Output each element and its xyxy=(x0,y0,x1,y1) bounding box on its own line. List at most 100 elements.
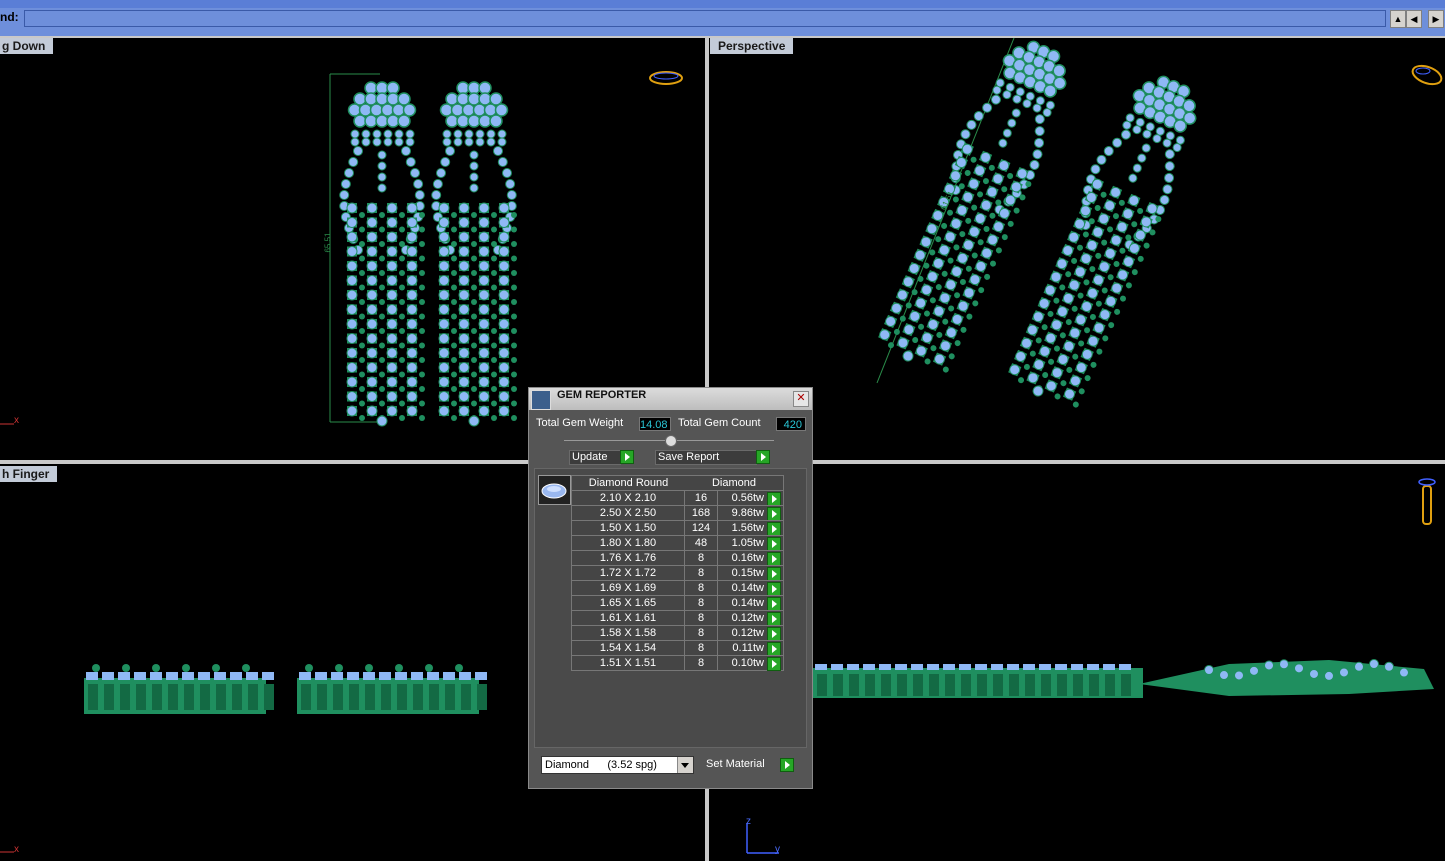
command-label: nd: xyxy=(0,10,19,24)
gem-size-cell: 1.65 X 1.65 xyxy=(572,596,685,611)
gem-size-cell: 1.54 X 1.54 xyxy=(572,641,685,656)
gem-size-cell: 1.61 X 1.61 xyxy=(572,611,685,626)
scroll-up-button[interactable]: ▲ xyxy=(1390,10,1406,28)
scroll-left-button[interactable]: ◀ xyxy=(1406,10,1422,28)
gem-size-cell: 2.10 X 2.10 xyxy=(572,491,685,506)
table-row[interactable]: 1.76 X 1.76 8 0.16tw xyxy=(572,550,783,566)
gem-count-cell: 8 xyxy=(685,596,718,611)
play-icon xyxy=(767,657,781,671)
gem-count-cell: 16 xyxy=(685,491,718,506)
column-header-shape: Diamond Round xyxy=(588,477,669,489)
gem-weight-cell: 0.11tw xyxy=(732,642,764,654)
gem-weight-cell: 0.16tw xyxy=(731,552,764,564)
axis-y-label: y xyxy=(775,844,780,855)
set-material-button-label: Set Material xyxy=(706,758,765,770)
table-row[interactable]: 1.58 X 1.58 8 0.12tw xyxy=(572,625,783,641)
gem-count-cell: 8 xyxy=(685,611,718,626)
collapse-handle-icon[interactable] xyxy=(665,435,677,447)
play-icon xyxy=(767,612,781,626)
gem-reporter-titlebar[interactable]: GEM REPORTER ✕ xyxy=(529,388,812,410)
total-gem-count-label: Total Gem Count xyxy=(678,417,761,429)
set-material-button[interactable]: Set Material xyxy=(704,758,796,773)
table-row[interactable]: 1.50 X 1.50 124 1.56tw xyxy=(572,520,783,536)
gem-reporter-dialog: GEM REPORTER ✕ Total Gem Weight 14.08 To… xyxy=(528,387,813,789)
gem-weight-cell: 0.12tw xyxy=(731,612,764,624)
table-row[interactable]: 1.80 X 1.80 48 1.05tw xyxy=(572,535,783,551)
earring-right-side-view xyxy=(297,664,487,714)
gem-weight-cell: 0.10tw xyxy=(731,657,764,669)
gem-reporter-app-icon xyxy=(531,390,551,410)
viewport-top-right[interactable]: Perspective 61.51 xyxy=(709,38,1445,460)
gem-count-cell: 8 xyxy=(685,551,718,566)
table-row[interactable]: 1.65 X 1.65 8 0.14tw xyxy=(572,595,783,611)
play-icon xyxy=(767,537,781,551)
gem-size-cell: 2.50 X 2.50 xyxy=(572,506,685,521)
chevron-down-icon[interactable] xyxy=(677,757,693,773)
play-icon xyxy=(767,642,781,656)
gem-count-cell: 48 xyxy=(685,536,718,551)
update-button-label: Update xyxy=(569,450,621,465)
save-report-button[interactable]: Save Report xyxy=(655,450,774,465)
gem-weight-cell: 0.56tw xyxy=(731,492,764,504)
ring-orientation-icon xyxy=(1411,64,1443,86)
gem-table: Diamond Round Diamond 2.10 X 2.10 16 0.56t… xyxy=(571,475,784,671)
axis-x-label-top-left: x xyxy=(14,415,19,426)
command-input[interactable] xyxy=(24,10,1386,27)
total-gem-count-value: 420 xyxy=(776,417,806,431)
play-icon xyxy=(767,492,781,506)
gem-count-cell: 8 xyxy=(685,566,718,581)
ring-orientation-icon xyxy=(649,71,683,85)
material-select-value: Diamond (3.52 spg) xyxy=(545,759,657,771)
table-row[interactable]: 2.50 X 2.50 168 9.86tw xyxy=(572,505,783,521)
gem-size-cell: 1.72 X 1.72 xyxy=(572,566,685,581)
gem-weight-cell: 0.14tw xyxy=(731,582,764,594)
close-icon[interactable]: ✕ xyxy=(793,391,809,407)
save-report-button-label: Save Report xyxy=(655,450,757,465)
table-row[interactable]: 1.61 X 1.61 8 0.12tw xyxy=(572,610,783,626)
update-button[interactable]: Update xyxy=(569,450,635,465)
gem-weight-cell: 9.86tw xyxy=(731,507,764,519)
table-row[interactable]: 1.69 X 1.69 8 0.14tw xyxy=(572,580,783,596)
earring-right-top-view xyxy=(431,81,517,427)
gem-weight-cell: 0.14tw xyxy=(731,597,764,609)
material-select[interactable]: Diamond (3.52 spg) xyxy=(541,756,694,774)
gem-size-cell: 1.50 X 1.50 xyxy=(572,521,685,536)
play-icon xyxy=(767,507,781,521)
column-header-material: Diamond xyxy=(711,477,757,489)
play-icon xyxy=(767,597,781,611)
gem-count-cell: 8 xyxy=(685,641,718,656)
gem-size-cell: 1.76 X 1.76 xyxy=(572,551,685,566)
gem-count-cell: 124 xyxy=(685,521,718,536)
gem-count-cell: 168 xyxy=(685,506,718,521)
axis-z-label: z xyxy=(746,816,751,827)
total-gem-weight-value: 14.08 xyxy=(639,417,671,431)
set-material-go-icon xyxy=(780,758,794,772)
play-icon xyxy=(767,552,781,566)
command-bar: nd: ▲ ◀ ▶ xyxy=(0,0,1445,38)
gem-weight-cell: 0.12tw xyxy=(731,627,764,639)
table-row[interactable]: 1.54 X 1.54 8 0.11tw xyxy=(572,640,783,656)
gem-count-cell: 8 xyxy=(685,581,718,596)
gem-table-header: Diamond Round Diamond xyxy=(572,476,783,490)
gem-weight-cell: 1.56tw xyxy=(731,522,764,534)
gem-count-cell: 8 xyxy=(685,656,718,671)
gem-count-cell: 8 xyxy=(685,626,718,641)
play-icon xyxy=(767,582,781,596)
viewport-bottom-right[interactable]: z y xyxy=(709,464,1445,861)
scroll-right-button[interactable]: ▶ xyxy=(1428,10,1444,28)
gem-reporter-title: GEM REPORTER xyxy=(557,389,647,401)
table-row[interactable]: 2.10 X 2.10 16 0.56tw xyxy=(572,490,783,506)
gem-table-body: 2.10 X 2.10 16 0.56tw 2.50 X 2.50 168 9.86tw 1… xyxy=(572,490,783,671)
table-row[interactable]: 1.72 X 1.72 8 0.15tw xyxy=(572,565,783,581)
save-report-go-icon xyxy=(756,450,770,464)
earring-right-perspective xyxy=(1008,75,1197,408)
play-icon xyxy=(767,627,781,641)
total-gem-weight-label: Total Gem Weight xyxy=(536,417,624,429)
front-view-earrings xyxy=(813,659,1434,698)
earring-left-top-view xyxy=(339,81,425,427)
gem-size-cell: 1.69 X 1.69 xyxy=(572,581,685,596)
gem-size-cell: 1.80 X 1.80 xyxy=(572,536,685,551)
table-row[interactable]: 1.51 X 1.51 8 0.10tw xyxy=(572,655,783,671)
diamond-round-gem-icon[interactable] xyxy=(538,475,571,505)
update-go-icon xyxy=(620,450,634,464)
